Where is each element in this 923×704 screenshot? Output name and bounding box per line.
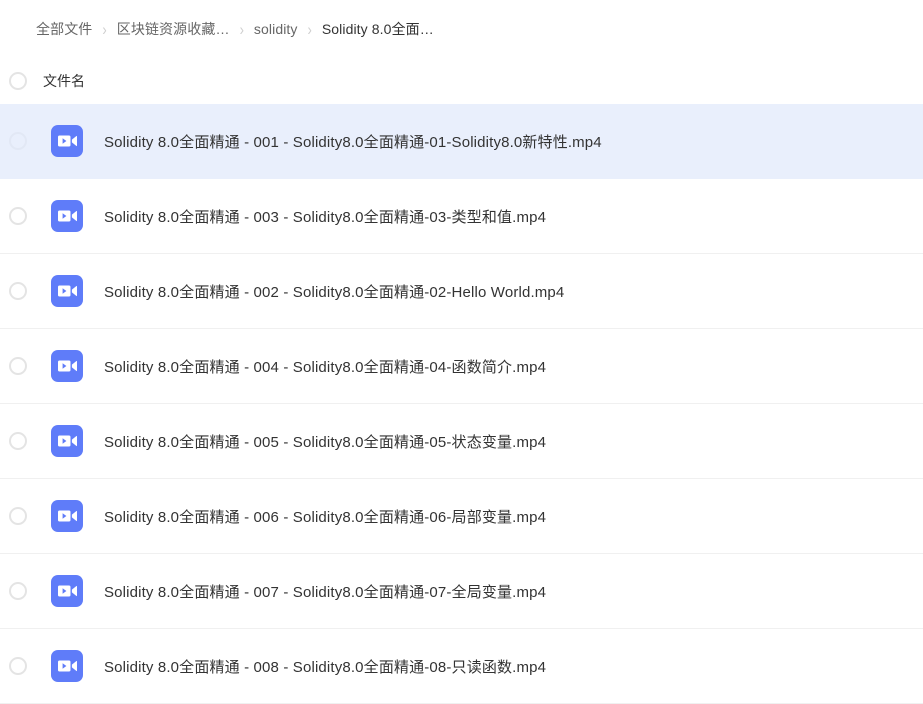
file-name-label[interactable]: Solidity 8.0全面精通 - 003 - Solidity8.0全面精通… <box>104 206 546 227</box>
file-name-label[interactable]: Solidity 8.0全面精通 - 004 - Solidity8.0全面精通… <box>104 356 546 377</box>
breadcrumb-separator-icon: › <box>307 19 312 39</box>
row-select-checkbox[interactable] <box>9 582 27 600</box>
video-file-icon[interactable] <box>51 500 83 532</box>
file-name-label[interactable]: Solidity 8.0全面精通 - 007 - Solidity8.0全面精通… <box>104 581 546 602</box>
row-select-checkbox[interactable] <box>9 357 27 375</box>
video-file-icon[interactable] <box>51 200 83 232</box>
video-file-icon[interactable] <box>51 275 83 307</box>
file-name-label[interactable]: Solidity 8.0全面精通 - 005 - Solidity8.0全面精通… <box>104 431 546 452</box>
file-row[interactable]: Solidity 8.0全面精通 - 001 - Solidity8.0全面精通… <box>0 104 923 179</box>
file-row[interactable]: Solidity 8.0全面精通 - 002 - Solidity8.0全面精通… <box>0 254 923 329</box>
file-list: Solidity 8.0全面精通 - 001 - Solidity8.0全面精通… <box>0 104 923 704</box>
row-select-checkbox[interactable] <box>9 657 27 675</box>
breadcrumb-item-3[interactable]: Solidity 8.0全面… <box>322 19 434 39</box>
file-list-header: 文件名 <box>0 58 923 104</box>
file-row[interactable]: Solidity 8.0全面精通 - 003 - Solidity8.0全面精通… <box>0 179 923 254</box>
row-select-checkbox[interactable] <box>9 432 27 450</box>
video-file-icon[interactable] <box>51 425 83 457</box>
row-select-checkbox[interactable] <box>9 282 27 300</box>
file-row[interactable]: Solidity 8.0全面精通 - 004 - Solidity8.0全面精通… <box>0 329 923 404</box>
column-header-name[interactable]: 文件名 <box>43 71 85 91</box>
file-name-label[interactable]: Solidity 8.0全面精通 - 002 - Solidity8.0全面精通… <box>104 281 564 302</box>
breadcrumb-item-1[interactable]: 区块链资源收藏… <box>117 19 230 39</box>
video-file-icon[interactable] <box>51 575 83 607</box>
file-name-label[interactable]: Solidity 8.0全面精通 - 006 - Solidity8.0全面精通… <box>104 506 546 527</box>
file-row[interactable]: Solidity 8.0全面精通 - 006 - Solidity8.0全面精通… <box>0 479 923 554</box>
row-select-checkbox[interactable] <box>9 507 27 525</box>
breadcrumb-item-2[interactable]: solidity <box>254 21 298 37</box>
breadcrumb-separator-icon: › <box>239 19 244 39</box>
row-select-checkbox[interactable] <box>9 132 27 150</box>
select-all-checkbox[interactable] <box>9 72 27 90</box>
video-file-icon[interactable] <box>51 350 83 382</box>
breadcrumb: 全部文件 › 区块链资源收藏… › solidity › Solidity 8.0全面… <box>0 0 923 58</box>
breadcrumb-item-0[interactable]: 全部文件 <box>36 19 92 39</box>
file-row[interactable]: Solidity 8.0全面精通 - 005 - Solidity8.0全面精通… <box>0 404 923 479</box>
file-browser: 全部文件 › 区块链资源收藏… › solidity › Solidity 8.0全面… 文… <box>0 0 923 704</box>
video-file-icon[interactable] <box>51 650 83 682</box>
row-select-checkbox[interactable] <box>9 207 27 225</box>
file-name-label[interactable]: Solidity 8.0全面精通 - 008 - Solidity8.0全面精通… <box>104 656 546 677</box>
video-file-icon[interactable] <box>51 125 83 157</box>
file-row[interactable]: Solidity 8.0全面精通 - 008 - Solidity8.0全面精通… <box>0 629 923 704</box>
file-name-label[interactable]: Solidity 8.0全面精通 - 001 - Solidity8.0全面精通… <box>104 131 602 152</box>
breadcrumb-separator-icon: › <box>102 19 107 39</box>
file-row[interactable]: Solidity 8.0全面精通 - 007 - Solidity8.0全面精通… <box>0 554 923 629</box>
